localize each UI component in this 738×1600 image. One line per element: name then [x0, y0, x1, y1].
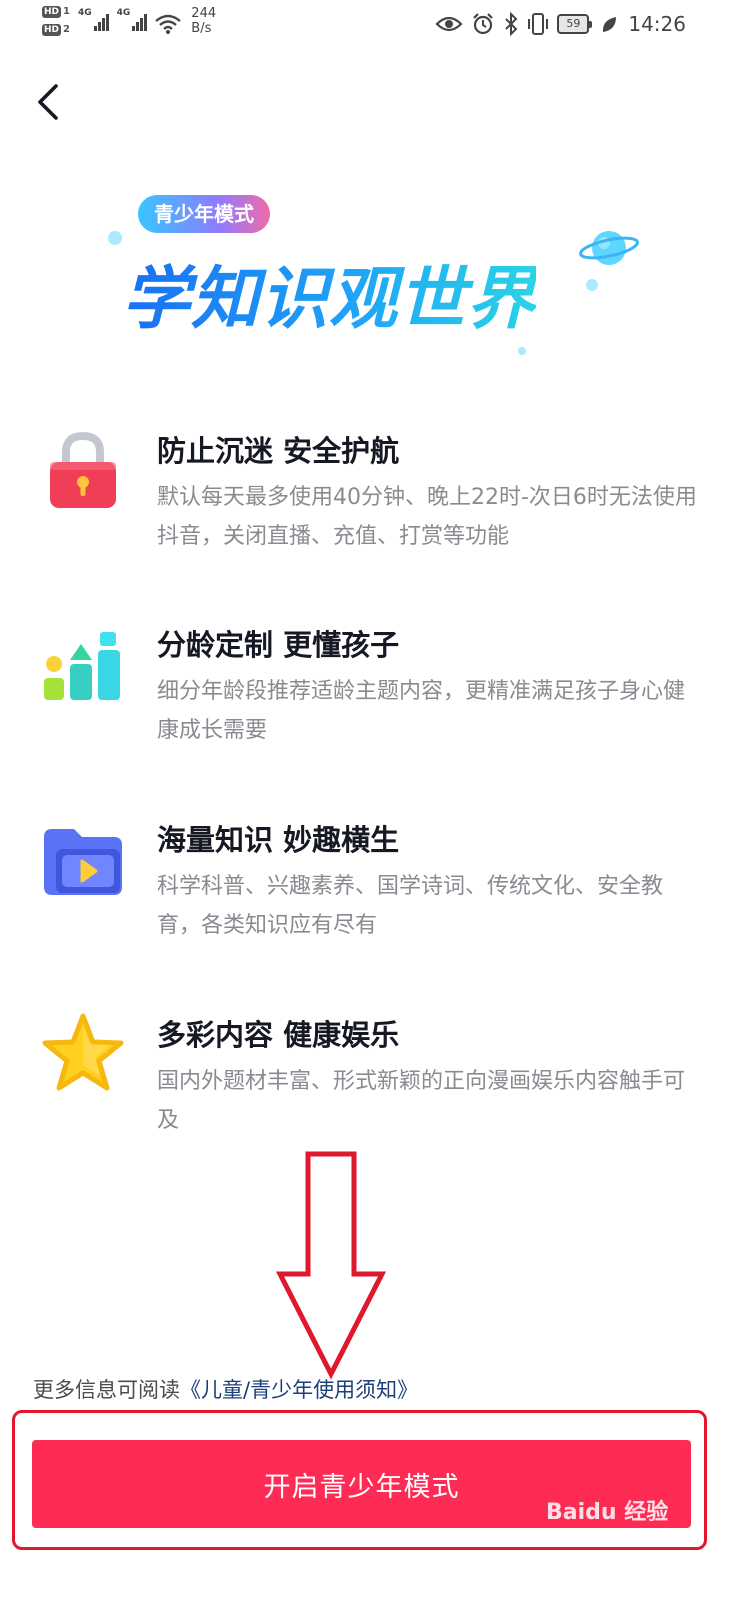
feature-title: 分龄定制 更懂孩子: [157, 628, 400, 662]
watermark: Baidu 经验: [546, 1500, 669, 1525]
guidelines-link[interactable]: 《儿童/青少年使用须知》: [180, 1378, 418, 1402]
annotation-arrow-icon: [275, 1151, 387, 1380]
alarm-icon: [473, 13, 494, 35]
clock-time: 14:26: [628, 12, 686, 36]
info-notice: 更多信息可阅读《儿童/青少年使用须知》: [33, 1374, 418, 1404]
network-speed: 244 B/s: [191, 6, 217, 36]
battery-indicator: 59: [557, 14, 593, 34]
chevron-left-icon: [38, 84, 58, 120]
notice-text: 更多信息可阅读: [33, 1378, 180, 1402]
feature-description: 细分年龄段推荐适龄主题内容，更精准满足孩子身心健康成长需要: [157, 679, 686, 743]
youth-mode-badge: 青少年模式: [138, 195, 270, 233]
status-bar: HD 1 HD 2 4G 4G 244 B/s 59 14:26: [0, 0, 738, 52]
sim2-indicator: HD 2: [42, 24, 70, 36]
leaf-icon: [603, 17, 617, 32]
banner-headline: 学知识观世界: [122, 243, 536, 342]
wifi-icon: [155, 14, 182, 34]
planet-icon: [579, 231, 639, 265]
video-folder-icon: [44, 829, 122, 895]
feature-item: 海量知识 妙趣横生 科学科普、兴趣素养、国学诗词、传统文化、安全教育，各类知识应…: [40, 817, 700, 947]
feature-description: 默认每天最多使用40分钟、晚上22时-次日6时无法使用抖音，关闭直播、充值、打赏…: [157, 485, 697, 549]
eye-icon: [435, 16, 463, 32]
feature-item: 多彩内容 健康娱乐 国内外题材丰富、形式新颖的正向漫画娱乐内容触手可及: [40, 1012, 700, 1142]
sim1-indicator: HD 1: [42, 6, 70, 18]
signal-icon: 4G: [78, 8, 109, 31]
feature-item: 分龄定制 更懂孩子 细分年龄段推荐适龄主题内容，更精准满足孩子身心健康成长需要: [40, 622, 700, 752]
bluetooth-icon: [505, 12, 518, 36]
signal-icon: 4G: [117, 8, 148, 31]
vibrate-icon: [528, 13, 549, 35]
feature-title: 防止沉迷 安全护航: [157, 434, 400, 468]
lock-icon: [50, 431, 116, 508]
feature-description: 科学科普、兴趣素养、国学诗词、传统文化、安全教育，各类知识应有尽有: [157, 874, 664, 938]
back-button[interactable]: [30, 80, 74, 124]
feature-item: 防止沉迷 安全护航 默认每天最多使用40分钟、晚上22时-次日6时无法使用抖音，…: [40, 428, 700, 558]
star-icon: [42, 1013, 124, 1091]
bar-chart-icon: [44, 632, 120, 700]
feature-description: 国内外题材丰富、形式新颖的正向漫画娱乐内容触手可及: [157, 1069, 686, 1133]
youth-mode-banner: 青少年模式 学知识观世界: [108, 195, 639, 365]
feature-title: 海量知识 妙趣横生: [157, 823, 400, 857]
feature-title: 多彩内容 健康娱乐: [157, 1018, 400, 1052]
